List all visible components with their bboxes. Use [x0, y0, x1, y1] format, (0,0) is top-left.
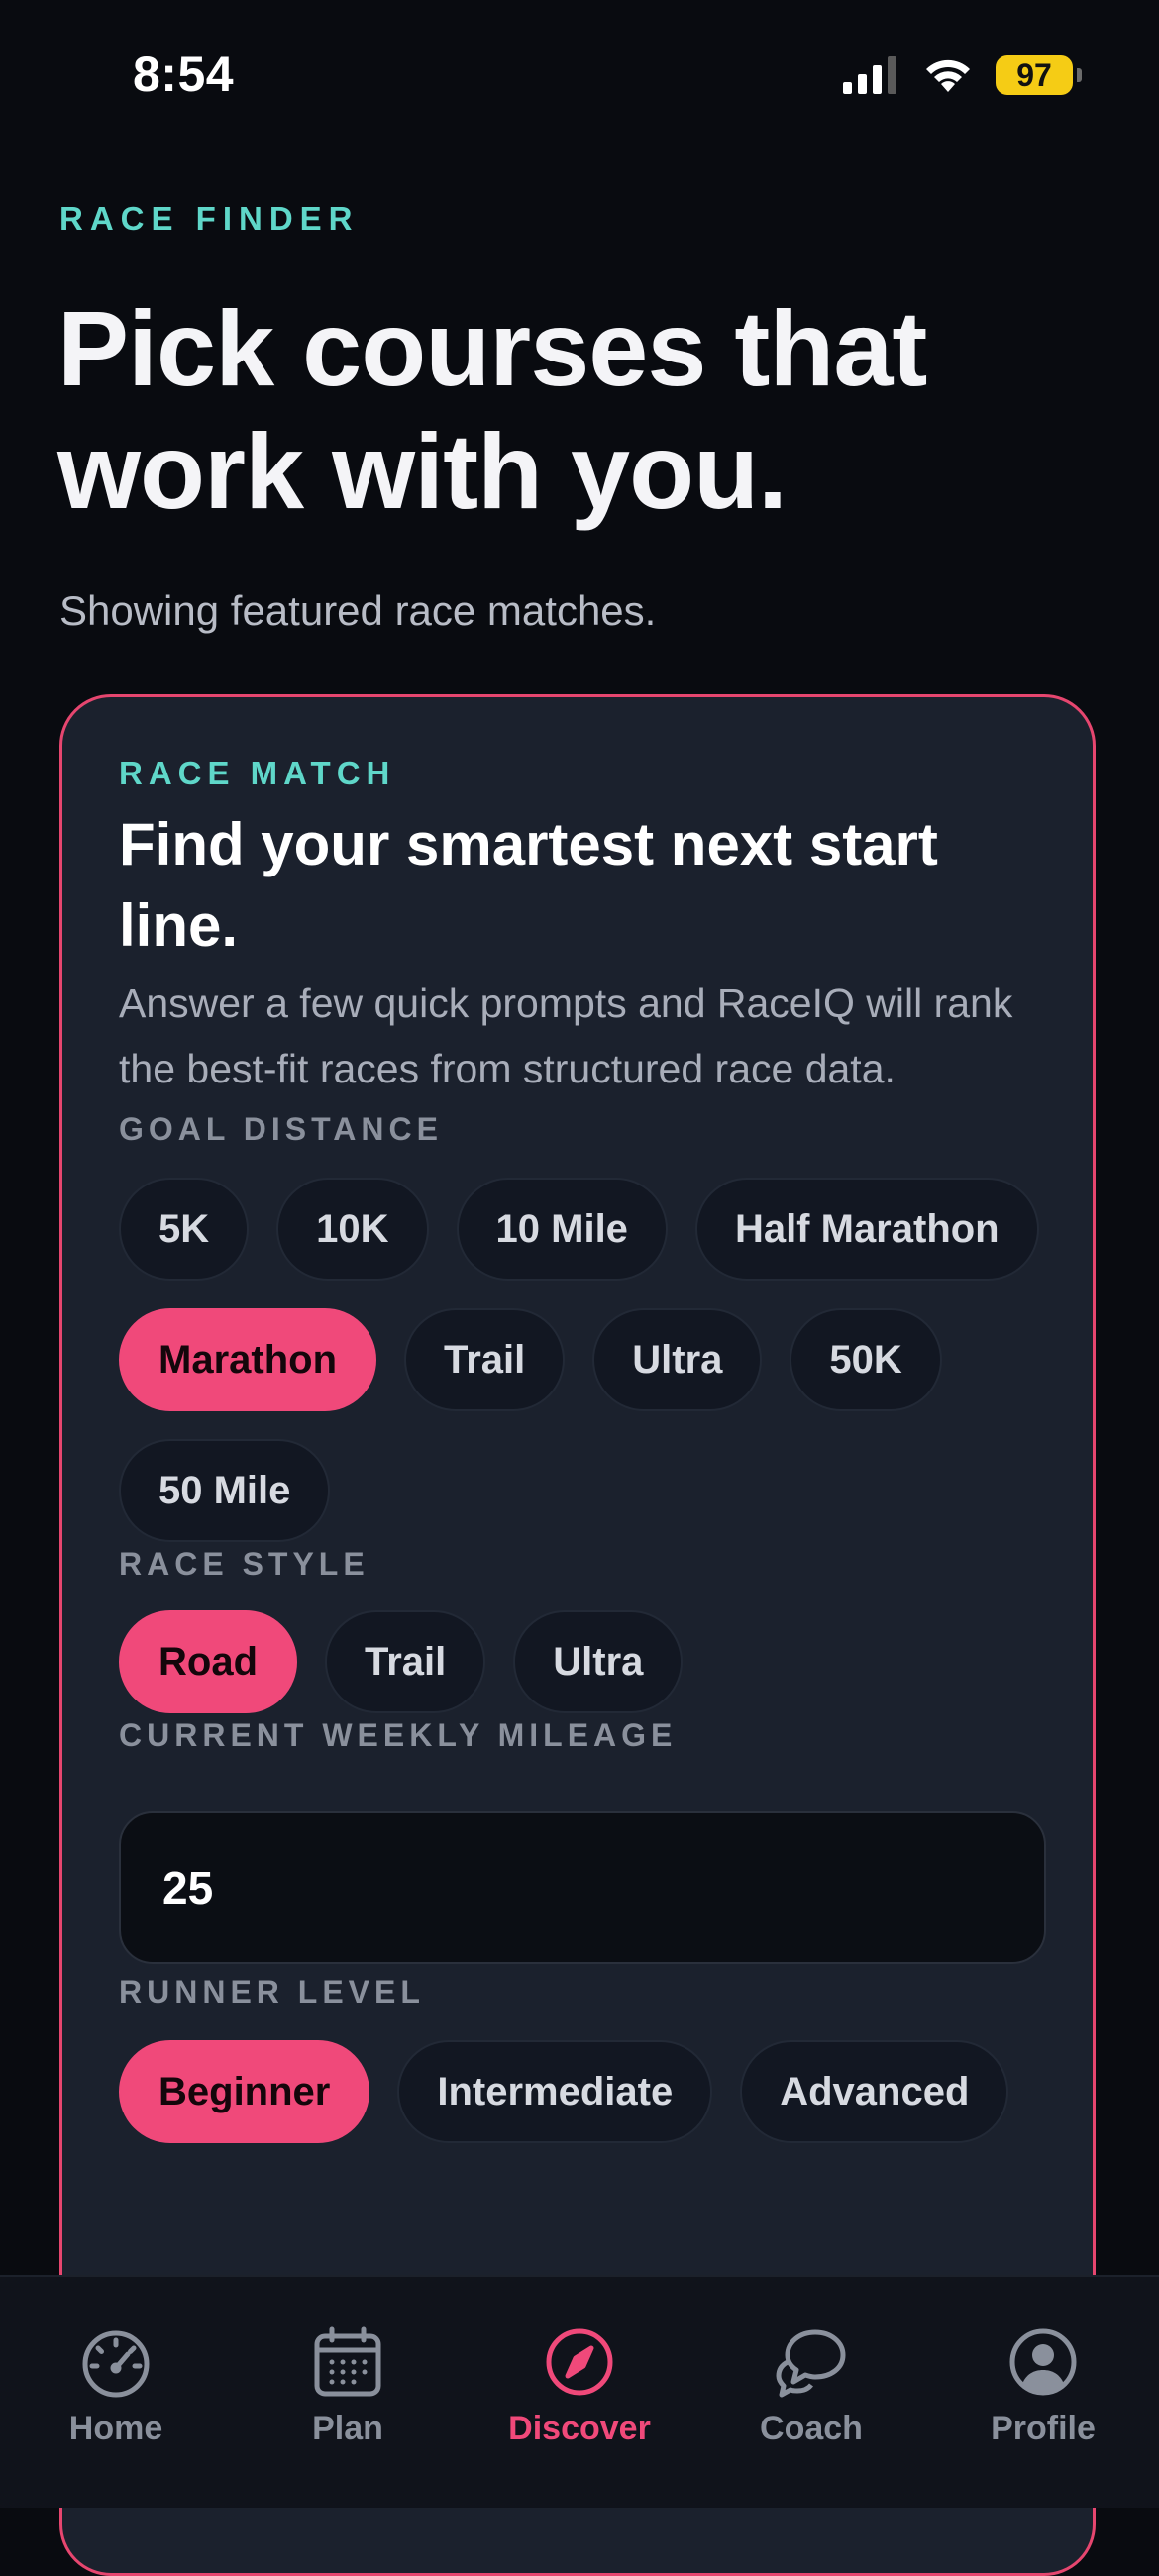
tab-profile[interactable]: Profile [944, 2324, 1142, 2448]
tab-home-label: Home [68, 2410, 163, 2447]
tab-plan-label: Plan [312, 2410, 383, 2447]
wifi-icon [926, 59, 970, 92]
goal-distance-options: 5K 10K 10 Mile Half Marathon Marathon Tr… [119, 1178, 1050, 1542]
runner-level-chip-beginner[interactable]: Beginner [119, 2040, 370, 2143]
runner-level-chip-advanced[interactable]: Advanced [740, 2040, 1009, 2143]
goal-distance-chip-marathon[interactable]: Marathon [119, 1308, 376, 1411]
runner-level-label: RUNNER LEVEL [119, 1974, 425, 2009]
battery-level: 97 [996, 55, 1073, 95]
card-eyebrow: RACE MATCH [119, 755, 396, 791]
chat-bubbles-icon [776, 2329, 846, 2398]
tab-plan[interactable]: Plan [249, 2324, 447, 2448]
tab-discover[interactable]: Discover [480, 2324, 679, 2448]
bottom-tab-bar: Home Plan Discover Coach Profile [0, 2275, 1159, 2508]
goal-distance-chip-half-marathon[interactable]: Half Marathon [694, 1178, 1039, 1281]
card-title: Find your smartest next start line. [119, 811, 938, 959]
page-subtitle: Showing featured race matches. [59, 587, 657, 634]
tab-coach[interactable]: Coach [712, 2324, 910, 2448]
race-match-card-content: RACE MATCH Find your smartest next start… [119, 755, 1050, 2143]
runner-level-chip-intermediate[interactable]: Intermediate [397, 2040, 713, 2143]
race-style-chip-trail[interactable]: Trail [325, 1610, 486, 1713]
race-style-chip-ultra[interactable]: Ultra [513, 1610, 684, 1713]
battery-indicator: 97 [996, 55, 1082, 95]
page-eyebrow: RACE FINDER [59, 200, 360, 237]
goal-distance-chip-trail[interactable]: Trail [404, 1308, 566, 1411]
status-time: 8:54 [133, 47, 235, 102]
weekly-mileage-label: CURRENT WEEKLY MILEAGE [119, 1717, 678, 1753]
tab-home[interactable]: Home [17, 2324, 215, 2448]
calendar-icon [314, 2326, 381, 2397]
status-bar: 8:54 97 [0, 0, 1159, 149]
battery-tip [1077, 68, 1082, 82]
gauge-icon [82, 2330, 150, 2398]
goal-distance-chip-50k[interactable]: 50K [790, 1308, 942, 1411]
goal-distance-chip-50-mile[interactable]: 50 Mile [119, 1439, 331, 1542]
compass-icon [546, 2328, 613, 2396]
goal-distance-chip-10-mile[interactable]: 10 Mile [456, 1178, 668, 1281]
race-style-label: RACE STYLE [119, 1546, 369, 1582]
card-description: Answer a few quick prompts and RaceIQ wi… [119, 980, 1013, 1091]
race-style-chip-road[interactable]: Road [119, 1610, 297, 1713]
user-circle-icon [1009, 2328, 1077, 2396]
status-icons: 97 [843, 55, 1082, 95]
runner-level-options: Beginner Intermediate Advanced [119, 2040, 1050, 2143]
weekly-mileage-input[interactable] [119, 1811, 1046, 1964]
tab-discover-label: Discover [508, 2410, 651, 2447]
goal-distance-chip-10k[interactable]: 10K [276, 1178, 429, 1281]
goal-distance-chip-5k[interactable]: 5K [119, 1178, 250, 1281]
race-style-options: Road Trail Ultra [119, 1610, 1050, 1713]
cellular-signal-icon [843, 56, 896, 94]
tab-profile-label: Profile [991, 2410, 1096, 2447]
tab-coach-label: Coach [760, 2410, 863, 2447]
goal-distance-chip-ultra[interactable]: Ultra [592, 1308, 763, 1411]
page-title: Pick courses that work with you. [57, 288, 927, 531]
goal-distance-label: GOAL DISTANCE [119, 1111, 443, 1147]
